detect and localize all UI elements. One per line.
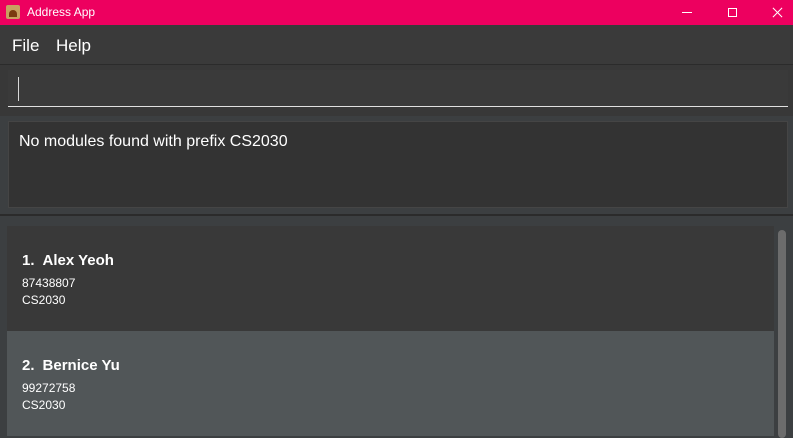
- menu-file[interactable]: File: [12, 36, 39, 56]
- person-name: Alex Yeoh: [42, 252, 114, 269]
- person-name-line: 2. Bernice Yu: [22, 357, 120, 375]
- command-input[interactable]: [8, 70, 788, 107]
- person-index: 1.: [22, 252, 35, 269]
- maximize-button[interactable]: [709, 0, 755, 25]
- person-phone: 99272758: [22, 381, 76, 395]
- person-name-line: 1. Alex Yeoh: [22, 252, 114, 270]
- menu-help[interactable]: Help: [56, 36, 91, 56]
- person-module: CS2030: [22, 293, 66, 307]
- title-bar: Address App: [0, 0, 793, 25]
- menu-bar: File Help: [0, 25, 793, 65]
- text-caret: [18, 77, 19, 101]
- result-message: No modules found with prefix CS2030: [19, 133, 288, 150]
- window-title: Address App: [27, 5, 96, 19]
- person-list: 1. Alex Yeoh 87438807 CS2030 2. Bernice Yu…: [0, 216, 793, 438]
- maximize-icon: [727, 8, 737, 17]
- minimize-button[interactable]: [664, 0, 710, 25]
- vertical-scrollbar[interactable]: [776, 228, 788, 438]
- minimize-icon: [682, 12, 692, 13]
- app-icon: [6, 5, 20, 19]
- person-card[interactable]: 1. Alex Yeoh 87438807 CS2030: [7, 226, 774, 331]
- person-module: CS2030: [22, 398, 66, 412]
- command-box: [0, 65, 793, 116]
- result-display[interactable]: No modules found with prefix CS2030: [8, 121, 788, 208]
- close-button[interactable]: [754, 0, 793, 25]
- person-name: Bernice Yu: [42, 357, 120, 374]
- close-icon: [772, 7, 783, 18]
- person-index: 2.: [22, 357, 35, 374]
- scrollbar-thumb[interactable]: [778, 230, 786, 438]
- person-card-selected[interactable]: 2. Bernice Yu 99272758 CS2030: [7, 331, 774, 436]
- person-phone: 87438807: [22, 276, 76, 290]
